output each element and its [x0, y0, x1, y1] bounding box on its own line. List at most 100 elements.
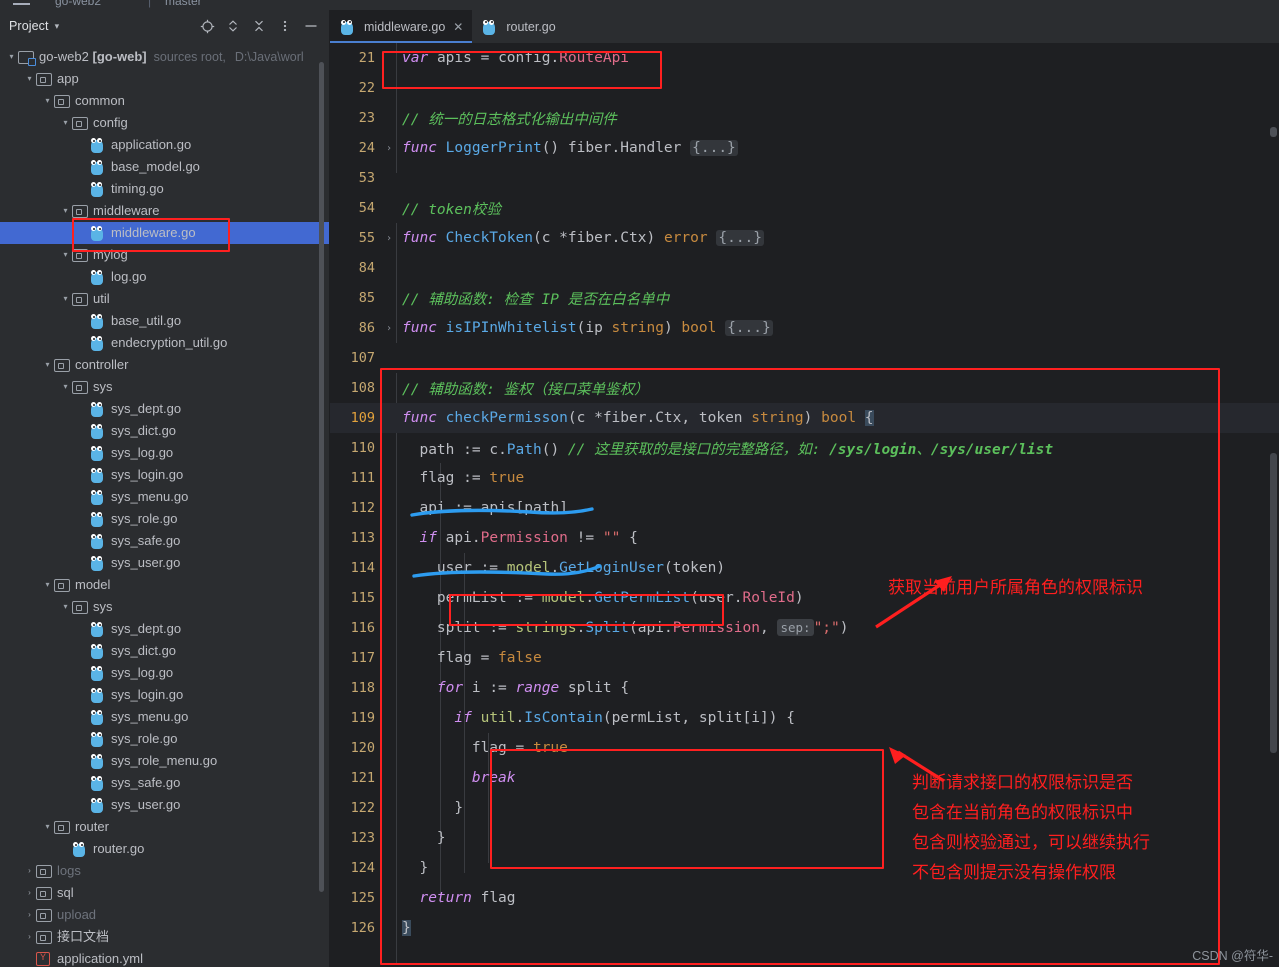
tree-row[interactable]: ▾sys_menu.go: [0, 706, 329, 728]
tree-row[interactable]: ▾log.go: [0, 266, 329, 288]
tree-row[interactable]: ▾sys_login.go: [0, 684, 329, 706]
code-line[interactable]: 107: [330, 343, 1279, 373]
tree-row-selected[interactable]: ▾middleware.go: [0, 222, 329, 244]
tree-row[interactable]: ▾sys_login.go: [0, 464, 329, 486]
editor-scrollbar-thumb[interactable]: [1270, 127, 1277, 137]
expand-collapse-icon[interactable]: [221, 14, 245, 38]
tree-row[interactable]: ▾sys_user.go: [0, 794, 329, 816]
chevron-right-icon[interactable]: ›: [23, 889, 36, 897]
tree-row[interactable]: ▾sys_log.go: [0, 442, 329, 464]
locate-icon[interactable]: [195, 14, 219, 38]
code-line[interactable]: 124 }: [330, 853, 1279, 883]
tree-row[interactable]: ▾ router: [0, 816, 329, 838]
chevron-down-icon[interactable]: ▾: [59, 207, 72, 215]
chevron-right-icon[interactable]: ›: [23, 911, 36, 919]
tree-row[interactable]: ▾sys_safe.go: [0, 772, 329, 794]
editor-tab[interactable]: router.go: [472, 10, 564, 43]
tree-row[interactable]: ▾ config: [0, 112, 329, 134]
code-line[interactable]: 114 user := model.GetLoginUser(token): [330, 553, 1279, 583]
tree-row[interactable]: ▾endecryption_util.go: [0, 332, 329, 354]
code-line[interactable]: 112 api := apis[path]: [330, 493, 1279, 523]
code-line[interactable]: 119 if util.IsContain(permList, split[i]…: [330, 703, 1279, 733]
code-line[interactable]: 54 // token校验: [330, 193, 1279, 223]
tree-row[interactable]: ▾sys_dict.go: [0, 420, 329, 442]
more-options-icon[interactable]: [273, 14, 297, 38]
code-line[interactable]: 86 › func isIPInWhitelist(ip string) bool …: [330, 313, 1279, 343]
tree-row[interactable]: ▾sys_dict.go: [0, 640, 329, 662]
chevron-down-icon[interactable]: ▾: [59, 119, 72, 127]
tree-row[interactable]: ▾sys_role.go: [0, 508, 329, 530]
code-line[interactable]: 126}: [330, 913, 1279, 943]
code-viewport[interactable]: 21 var apis = config.RouteApi 22 23 // 统一的日志…: [330, 43, 1279, 967]
editor-scrollbar-track-marker[interactable]: [1270, 453, 1277, 753]
code-line[interactable]: 110 path := c.Path() // 这里获取的是接口的完整路径，如:…: [330, 433, 1279, 463]
tree-row[interactable]: ▾sys_dept.go: [0, 618, 329, 640]
tree-row[interactable]: ▾sys_role_menu.go: [0, 750, 329, 772]
code-line[interactable]: 53: [330, 163, 1279, 193]
code-line[interactable]: 55 › func CheckToken(c *fiber.Ctx) error {…: [330, 223, 1279, 253]
tree-row[interactable]: › sql: [0, 882, 329, 904]
tree-row[interactable]: ▾sys_menu.go: [0, 486, 329, 508]
tree-row[interactable]: › 接口文档: [0, 926, 329, 948]
tree-row[interactable]: ▾timing.go: [0, 178, 329, 200]
tree-row[interactable]: ▾Yapplication.yml: [0, 948, 329, 967]
chevron-down-icon[interactable]: ▾: [59, 603, 72, 611]
code-line[interactable]: 113 if api.Permission != "" {: [330, 523, 1279, 553]
tree-row[interactable]: ▾ model: [0, 574, 329, 596]
hide-panel-icon[interactable]: [299, 14, 323, 38]
project-tree-scrollbar[interactable]: [319, 62, 324, 892]
chevron-down-icon[interactable]: ▾: [41, 97, 54, 105]
chevron-down-icon[interactable]: ▾: [59, 295, 72, 303]
chevron-down-icon[interactable]: ▾: [41, 361, 54, 369]
code-line[interactable]: 118 for i := range split {: [330, 673, 1279, 703]
tree-row[interactable]: ▾application.go: [0, 134, 329, 156]
code-line[interactable]: 109 func checkPermisson(c *fiber.Ctx, tok…: [330, 403, 1279, 433]
tree-row[interactable]: ▾sys_user.go: [0, 552, 329, 574]
tree-row[interactable]: ▾sys_safe.go: [0, 530, 329, 552]
tree-row[interactable]: ▾ go-web2 [go-web] sources root, D:\Java\wo…: [0, 46, 329, 68]
code-line[interactable]: 84: [330, 253, 1279, 283]
fold-marker-icon[interactable]: ›: [382, 323, 396, 334]
code-line[interactable]: 108 // 辅助函数: 鉴权（接口菜单鉴权）: [330, 373, 1279, 403]
toolbar-project-name[interactable]: go-web2: [55, 0, 101, 8]
tree-row[interactable]: ▾sys_log.go: [0, 662, 329, 684]
tree-row[interactable]: ▾base_model.go: [0, 156, 329, 178]
code-line[interactable]: 22: [330, 73, 1279, 103]
code-line[interactable]: 85 // 辅助函数: 检查 IP 是否在白名单中: [330, 283, 1279, 313]
tree-row[interactable]: ▾ util: [0, 288, 329, 310]
code-line[interactable]: 125 return flag: [330, 883, 1279, 913]
fold-marker-icon[interactable]: ›: [382, 143, 396, 154]
project-tree[interactable]: ▾ go-web2 [go-web] sources root, D:\Java\wo…: [0, 42, 329, 967]
code-line[interactable]: 120 flag = true: [330, 733, 1279, 763]
tree-row[interactable]: ▾ sys: [0, 596, 329, 618]
code-line[interactable]: 115 permList := model.GetPermList(user.R…: [330, 583, 1279, 613]
code-line[interactable]: 122 }: [330, 793, 1279, 823]
code-line[interactable]: 123 }: [330, 823, 1279, 853]
collapse-all-icon[interactable]: [247, 14, 271, 38]
tree-row[interactable]: ▾ common: [0, 90, 329, 112]
tree-row[interactable]: › logs: [0, 860, 329, 882]
tree-row[interactable]: ▾ mylog: [0, 244, 329, 266]
tree-row[interactable]: ▾ middleware: [0, 200, 329, 222]
chevron-down-icon[interactable]: ▾: [41, 581, 54, 589]
chevron-down-icon[interactable]: ▾: [23, 75, 36, 83]
tree-row[interactable]: ▾sys_dept.go: [0, 398, 329, 420]
code-line[interactable]: 23 // 统一的日志格式化输出中间件: [330, 103, 1279, 133]
chevron-down-icon[interactable]: ▾: [5, 53, 18, 61]
tree-row[interactable]: ▾base_util.go: [0, 310, 329, 332]
code-line[interactable]: 121 break: [330, 763, 1279, 793]
chevron-right-icon[interactable]: ›: [23, 933, 36, 941]
tree-row[interactable]: ▾ app: [0, 68, 329, 90]
project-panel-title[interactable]: Project: [9, 19, 49, 33]
tree-row[interactable]: ▾ controller: [0, 354, 329, 376]
tree-row[interactable]: ▾sys_role.go: [0, 728, 329, 750]
code-line[interactable]: 24 › func LoggerPrint() fiber.Handler {...…: [330, 133, 1279, 163]
code-line[interactable]: 116 split := strings.Split(api.Permissio…: [330, 613, 1279, 643]
code-line[interactable]: 117 flag = false: [330, 643, 1279, 673]
main-menu-icon[interactable]: [13, 3, 30, 5]
toolbar-branch-name[interactable]: master: [165, 0, 202, 8]
editor-tab-bar[interactable]: middleware.go ✕ router.go: [330, 10, 1279, 43]
chevron-down-icon[interactable]: ▾: [59, 383, 72, 391]
chevron-down-icon[interactable]: ▾: [55, 21, 60, 31]
tree-row[interactable]: ▾ sys: [0, 376, 329, 398]
